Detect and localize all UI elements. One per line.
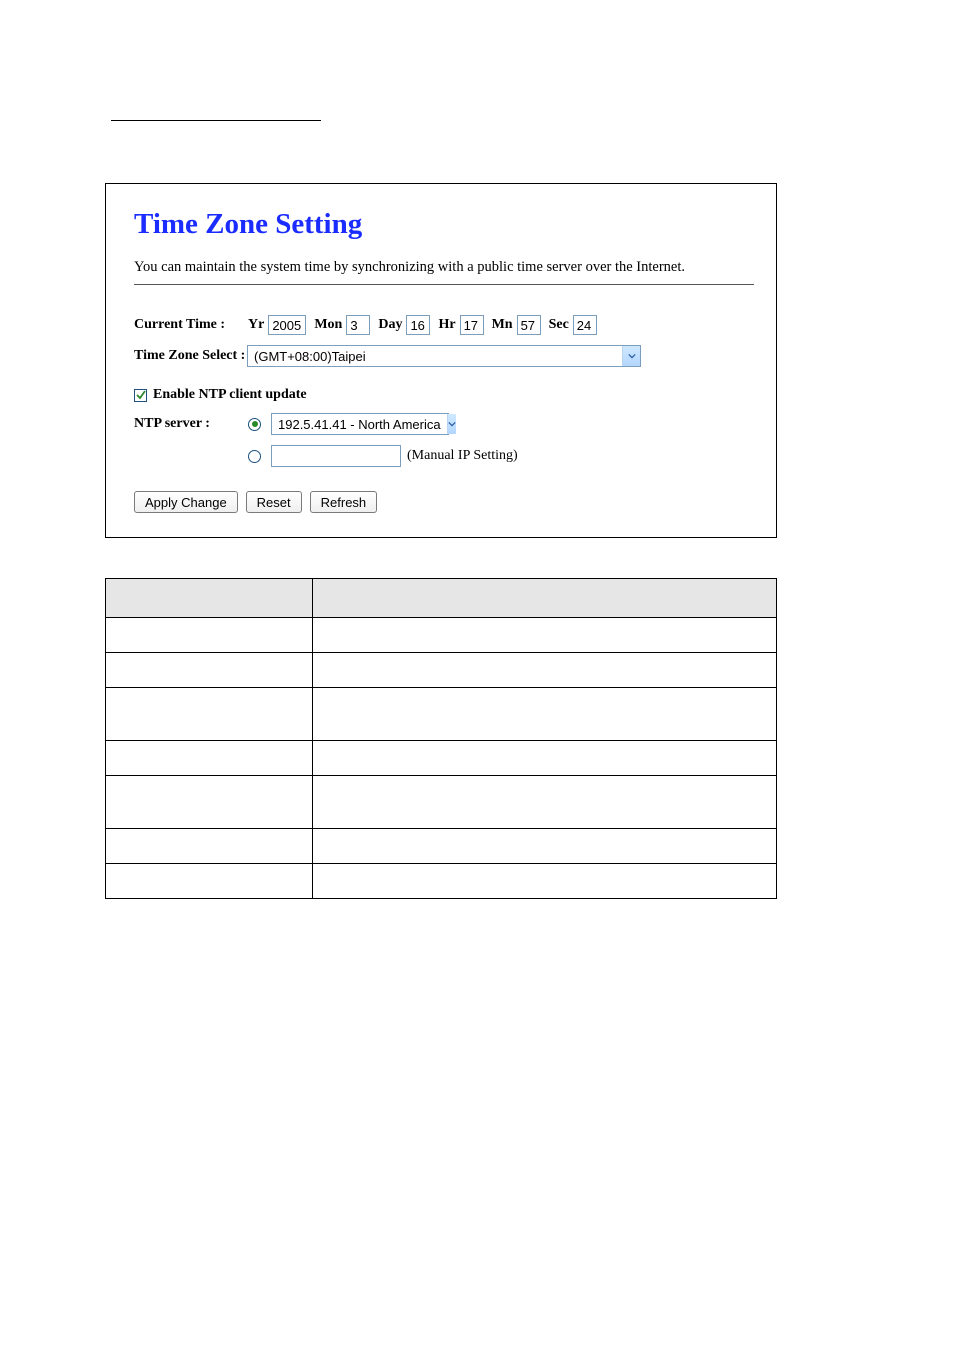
second-input[interactable] — [573, 315, 597, 335]
day-input[interactable] — [406, 315, 430, 335]
ntp-server-select[interactable]: 192.5.41.41 - North America — [271, 413, 449, 435]
chevron-down-icon — [622, 346, 640, 366]
current-time-label: Current Time : — [134, 317, 248, 333]
month-label: Mon — [314, 317, 342, 333]
panel-description: You can maintain the system time by sync… — [134, 259, 754, 276]
table-row — [106, 776, 777, 829]
minute-input[interactable] — [517, 315, 541, 335]
enable-ntp-label: Enable NTP client update — [153, 387, 307, 403]
table-row — [106, 618, 777, 653]
table-row — [106, 741, 777, 776]
time-zone-setting-panel: Time Zone Setting You can maintain the s… — [105, 183, 777, 538]
year-label: Yr — [248, 317, 264, 333]
time-zone-select[interactable]: (GMT+08:00)Taipei — [247, 345, 641, 367]
hour-input[interactable] — [460, 315, 484, 335]
button-row: Apply Change Reset Refresh — [134, 491, 754, 513]
time-zone-select-label: Time Zone Select : — [134, 348, 246, 364]
panel-separator — [134, 284, 754, 285]
chevron-down-icon — [447, 414, 456, 434]
refresh-button[interactable]: Refresh — [310, 491, 378, 513]
table-header-cell — [313, 579, 777, 618]
apply-change-button[interactable]: Apply Change — [134, 491, 238, 513]
enable-ntp-checkbox[interactable] — [134, 389, 147, 402]
section-heading-underline — [111, 120, 321, 121]
current-time-row: Current Time : Yr Mon Day Hr Mn Sec — [134, 315, 754, 335]
time-zone-select-row: Time Zone Select : (GMT+08:00)Taipei — [134, 345, 754, 367]
ntp-server-label: NTP server : — [134, 416, 248, 432]
ntp-preset-radio[interactable] — [248, 418, 261, 431]
ntp-server-row-preset: NTP server : 192.5.41.41 - North America — [134, 413, 754, 435]
description-table — [105, 578, 777, 899]
panel-title: Time Zone Setting — [134, 208, 754, 241]
second-label: Sec — [549, 317, 569, 333]
enable-ntp-row: Enable NTP client update — [134, 387, 754, 403]
table-header-cell — [106, 579, 313, 618]
month-input[interactable] — [346, 315, 370, 335]
ntp-manual-ip-input[interactable] — [271, 445, 401, 467]
ntp-server-row-manual: (Manual IP Setting) — [134, 445, 754, 467]
ntp-manual-ip-label: (Manual IP Setting) — [407, 448, 518, 464]
time-zone-select-value: (GMT+08:00)Taipei — [248, 349, 622, 364]
table-row — [106, 653, 777, 688]
year-input[interactable] — [268, 315, 306, 335]
table-row — [106, 829, 777, 864]
ntp-manual-radio[interactable] — [248, 450, 261, 463]
reset-button[interactable]: Reset — [246, 491, 302, 513]
minute-label: Mn — [492, 317, 513, 333]
ntp-server-select-value: 192.5.41.41 - North America — [272, 417, 447, 432]
table-row — [106, 688, 777, 741]
table-header-row — [106, 579, 777, 618]
day-label: Day — [378, 317, 402, 333]
hour-label: Hr — [438, 317, 455, 333]
table-row — [106, 864, 777, 899]
